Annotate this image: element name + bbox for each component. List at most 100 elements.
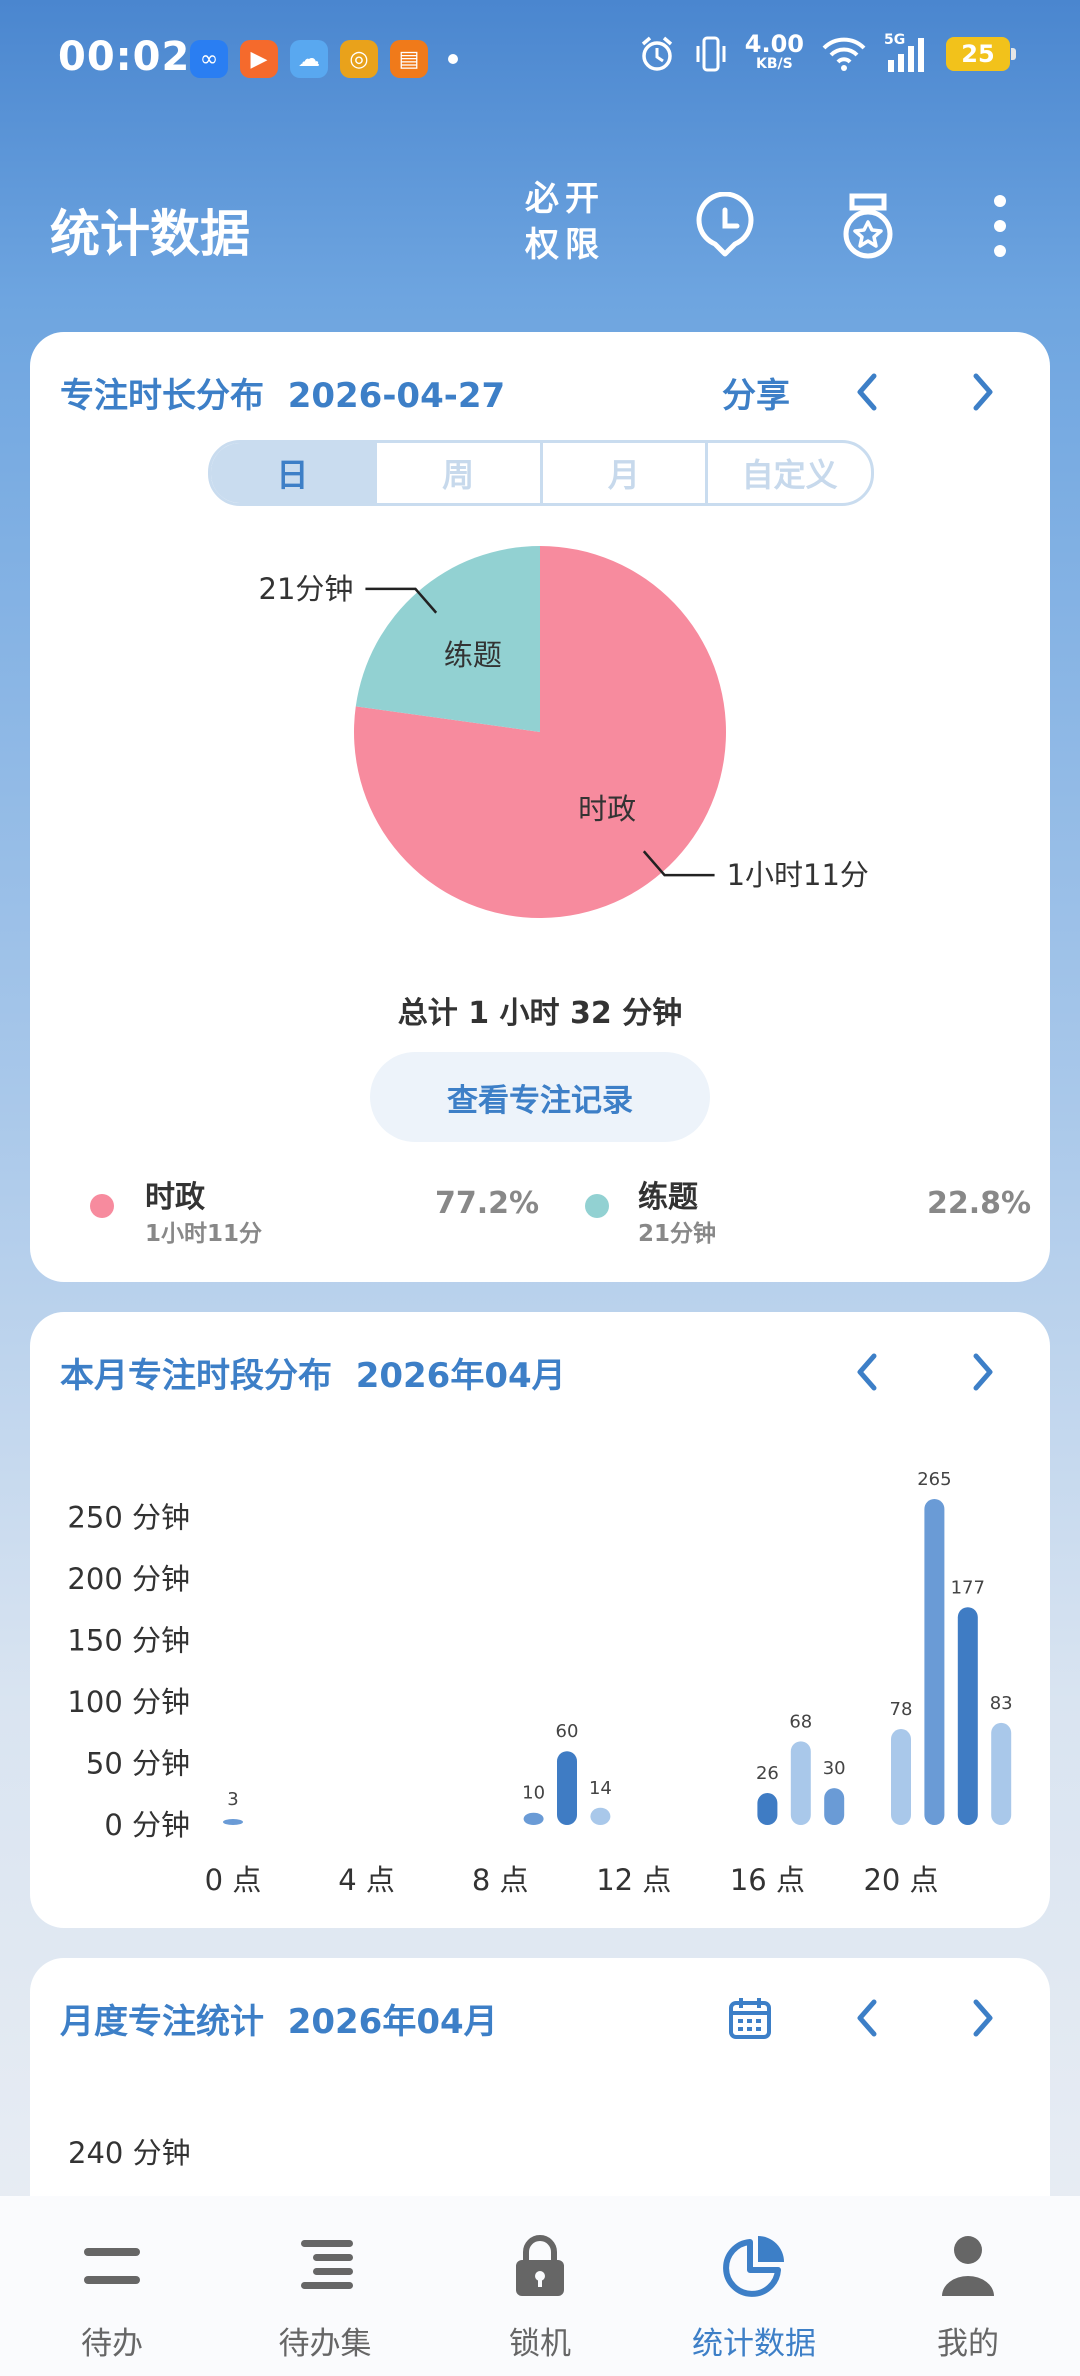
segment-week[interactable]: 周 xyxy=(373,443,540,503)
pie-slice-label: 练题 xyxy=(444,638,502,672)
legend-duration: 1小时11分 xyxy=(145,1221,263,1247)
weather-app-icon: ☁ xyxy=(290,40,328,78)
video-app-icon: ▶ xyxy=(240,40,278,78)
medal-icon xyxy=(843,193,893,259)
x-tick-label: 12 点 xyxy=(596,1863,671,1897)
hour-bar xyxy=(891,1729,911,1825)
cell-signal-icon: 5G xyxy=(884,32,930,74)
tab-lock[interactable]: 锁机 xyxy=(432,2196,648,2376)
focus-pie-chart: 时政 1小时11分 练题 21分钟 xyxy=(259,546,869,918)
music-app-icon: ◎ xyxy=(340,40,378,78)
status-bar: 00:02 ∞ ▶ ☁ ◎ ▤ 4.00 KB/S 5G 25 xyxy=(0,0,1080,110)
bar-value-label: 3 xyxy=(227,1789,238,1810)
legend-name: 时政 xyxy=(145,1180,205,1215)
bar-value-label: 26 xyxy=(756,1763,779,1784)
hour-bar xyxy=(824,1788,845,1825)
bar-value-label: 68 xyxy=(789,1711,812,1732)
bar-value-label: 10 xyxy=(522,1783,545,1804)
calendar-icon xyxy=(729,1998,771,2039)
notification-icons: ∞ ▶ ☁ ◎ ▤ xyxy=(190,40,458,78)
page-title: 统计数据 xyxy=(50,205,250,263)
hour-bar xyxy=(957,1607,978,1825)
pie-slice-label: 时政 xyxy=(578,792,636,826)
pie-value-label: 1小时11分 xyxy=(727,858,869,892)
hour-bar xyxy=(223,1819,243,1825)
tab-label: 待办集 xyxy=(278,2326,372,2362)
calendar-button[interactable] xyxy=(720,1988,780,2048)
segment-day[interactable]: 日 xyxy=(211,443,374,503)
bar-value-label: 30 xyxy=(823,1758,846,1779)
previous-day-button[interactable] xyxy=(837,362,897,422)
tab-statistics[interactable]: 统计数据 xyxy=(646,2196,862,2376)
hour-bar xyxy=(757,1793,778,1825)
next-day-button[interactable] xyxy=(953,362,1013,422)
clock-pin-icon xyxy=(696,192,754,257)
chevron-left-icon xyxy=(857,1999,877,2037)
alarm-icon xyxy=(641,36,672,71)
hourly-bar-chart: 0 分钟 50 分钟 100 分钟 150 分钟 200 分钟 250 分钟 0 点 4 点 8… xyxy=(67,1469,1013,1897)
x-tick-label: 16 点 xyxy=(730,1863,805,1897)
reader-app-icon: ▤ xyxy=(390,40,428,78)
tab-label: 我的 xyxy=(937,2326,999,2362)
bar-value-label: 14 xyxy=(589,1778,612,1799)
bar-value-label: 177 xyxy=(951,1577,985,1598)
tab-todo-set[interactable]: 待办集 xyxy=(217,2196,433,2376)
x-tick-label: 8 点 xyxy=(472,1863,529,1897)
x-tick-label: 20 点 xyxy=(863,1863,938,1897)
legend-percent: 22.8% xyxy=(927,1186,1032,1221)
previous-month-button[interactable] xyxy=(837,1342,897,1402)
hour-bar xyxy=(590,1807,611,1825)
tab-label: 锁机 xyxy=(509,2326,571,2362)
bar-value-label: 83 xyxy=(990,1693,1013,1714)
next-month-button[interactable] xyxy=(953,1988,1013,2048)
more-vertical-icon xyxy=(994,195,1006,257)
hourly-distribution-card: 本月专注时段分布 2026年04月 0 分钟 50 分钟 100 分钟 150 分钟 2… xyxy=(30,1312,1050,1928)
hour-bar xyxy=(523,1812,544,1825)
bar-value-label: 60 xyxy=(556,1721,579,1742)
next-month-button[interactable] xyxy=(953,1342,1013,1402)
view-focus-records-button[interactable]: 查看专注记录 xyxy=(370,1052,710,1142)
legend-name: 练题 xyxy=(638,1180,698,1215)
legend-percent: 77.2% xyxy=(435,1186,540,1221)
lock-icon xyxy=(502,2228,578,2304)
segment-custom[interactable]: 自定义 xyxy=(705,443,871,503)
hour-bar xyxy=(790,1741,811,1825)
status-time: 00:02 xyxy=(58,34,191,80)
previous-month-button[interactable] xyxy=(837,1988,897,2048)
more-menu-button[interactable] xyxy=(960,186,1040,266)
y-tick-label: 100 分钟 xyxy=(67,1685,190,1719)
period-selector: 日 周 月 自定义 xyxy=(208,440,874,506)
todo-list-icon xyxy=(74,2228,150,2304)
tab-label: 待办 xyxy=(81,2326,143,2362)
tab-todo[interactable]: 待办 xyxy=(4,2196,220,2376)
x-tick-label: 4 点 xyxy=(338,1863,395,1897)
legend-duration: 21分钟 xyxy=(638,1221,717,1247)
bottom-navigation: 待办 待办集 锁机 统计数据 我的 xyxy=(0,2196,1080,2376)
segment-month[interactable]: 月 xyxy=(539,443,706,503)
focus-distribution-card: 专注时长分布 2026-04-27 分享 日 周 月 自定义 时政 1小时11分练… xyxy=(30,332,1050,1282)
y-tick-label: 0 分钟 xyxy=(104,1808,190,1842)
pie-value-label: 21分钟 xyxy=(259,572,354,606)
chevron-right-icon xyxy=(973,1353,993,1391)
y-tick-label: 200 分钟 xyxy=(67,1562,190,1596)
total-duration: 总计 1 小时 32 分钟 xyxy=(397,996,683,1031)
legend-color-dot xyxy=(90,1194,114,1218)
wifi-icon xyxy=(822,37,866,71)
card-title: 专注时长分布 2026-04-27 xyxy=(60,376,506,416)
hour-bar xyxy=(557,1751,577,1825)
share-button[interactable]: 分享 xyxy=(722,368,790,417)
y-tick-label: 250 分钟 xyxy=(67,1500,190,1534)
todo-set-icon xyxy=(287,2228,363,2304)
required-permissions-button[interactable]: 必开 权限 xyxy=(525,176,605,268)
hour-bar xyxy=(991,1722,1012,1825)
achievement-button[interactable] xyxy=(828,186,908,266)
bar-value-label: 78 xyxy=(890,1699,913,1720)
card-title: 本月专注时段分布 2026年04月 xyxy=(60,1356,566,1396)
system-status-icons: 4.00 KB/S 5G 25 xyxy=(637,32,1016,74)
tab-profile[interactable]: 我的 xyxy=(860,2196,1076,2376)
legend-color-dot xyxy=(585,1194,609,1218)
chevron-left-icon xyxy=(857,1353,877,1391)
card-title: 月度专注统计 2026年04月 xyxy=(60,2002,498,2042)
chevron-right-icon xyxy=(973,1999,993,2037)
focus-history-button[interactable] xyxy=(685,186,765,266)
